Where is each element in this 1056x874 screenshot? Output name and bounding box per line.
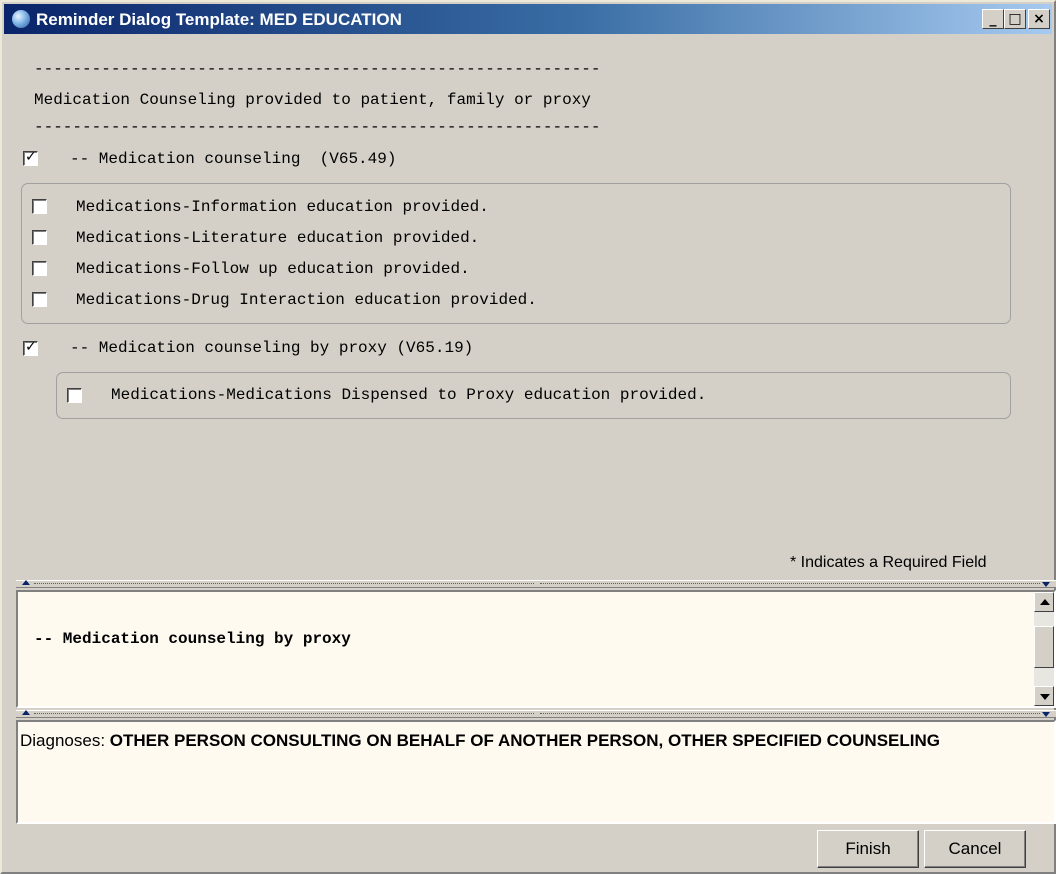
title-bar[interactable]: Reminder Dialog Template: MED EDUCATION … [4, 4, 1052, 34]
counseling-by-proxy-group: Medications-Medications Dispensed to Pro… [56, 372, 1011, 419]
counseling-by-proxy-checkbox[interactable] [23, 339, 38, 356]
cancel-button[interactable]: Cancel [924, 830, 1026, 868]
splitter2-down-arrow-icon[interactable] [1042, 712, 1050, 717]
header-divider-bottom: ----------------------------------------… [34, 118, 601, 136]
reminder-dialog-window: Reminder Dialog Template: MED EDUCATION … [0, 0, 1056, 874]
app-globe-icon [12, 10, 30, 28]
preview-pane[interactable]: -- Medication counseling by proxy [16, 590, 1056, 708]
dispensed-to-proxy-label: Medications-Medications Dispensed to Pro… [111, 386, 707, 404]
preview-text: -- Medication counseling by proxy [34, 630, 351, 648]
diagnoses-text: Diagnoses: OTHER PERSON CONSULTING ON BE… [20, 730, 1020, 752]
counseling-by-proxy-label: -- Medication counseling by proxy (V65.1… [70, 339, 474, 357]
header-text: Medication Counseling provided to patien… [34, 91, 591, 109]
scroll-down-arrow-icon [1040, 694, 1050, 700]
medication-counseling-label: -- Medication counseling (V65.49) [70, 150, 397, 168]
diagnoses-pane[interactable]: Diagnoses: OTHER PERSON CONSULTING ON BE… [16, 720, 1056, 824]
scroll-up-arrow-icon [1040, 599, 1050, 605]
splitter-top[interactable] [16, 580, 1056, 588]
drug-interaction-education-checkbox[interactable] [32, 292, 47, 307]
maximize-button[interactable]: □ [1004, 9, 1026, 29]
splitter2-up-arrow-icon[interactable] [22, 710, 30, 715]
dispensed-to-proxy-checkbox[interactable] [67, 388, 82, 403]
close-button[interactable]: × [1028, 9, 1050, 29]
info-education-label: Medications-Information education provid… [76, 198, 489, 216]
required-field-note: * Indicates a Required Field [790, 554, 987, 571]
info-education-checkbox[interactable] [32, 199, 47, 214]
medication-counseling-group: Medications-Information education provid… [21, 183, 1011, 324]
window-title: Reminder Dialog Template: MED EDUCATION [36, 10, 402, 29]
followup-education-label: Medications-Follow up education provided… [76, 260, 470, 278]
diagnoses-label: Diagnoses: [20, 731, 110, 750]
followup-education-checkbox[interactable] [32, 261, 47, 276]
drug-interaction-education-label: Medications-Drug Interaction education p… [76, 291, 537, 309]
header-divider-top: ----------------------------------------… [34, 60, 601, 78]
splitter-up-arrow-icon[interactable] [22, 580, 30, 585]
scroll-up-button[interactable] [1034, 592, 1054, 612]
literature-education-label: Medications-Literature education provide… [76, 229, 480, 247]
scroll-thumb[interactable] [1034, 626, 1054, 668]
literature-education-checkbox[interactable] [32, 230, 47, 245]
scroll-down-button[interactable] [1034, 686, 1054, 706]
preview-scrollbar[interactable] [1034, 592, 1054, 706]
finish-button[interactable]: Finish [817, 830, 919, 868]
splitter-down-arrow-icon[interactable] [1042, 582, 1050, 587]
splitter-bottom[interactable] [16, 710, 1056, 718]
medication-counseling-checkbox[interactable] [23, 149, 38, 166]
minimize-button[interactable]: _ [982, 9, 1004, 29]
diagnoses-value: OTHER PERSON CONSULTING ON BEHALF OF ANO… [109, 731, 940, 750]
